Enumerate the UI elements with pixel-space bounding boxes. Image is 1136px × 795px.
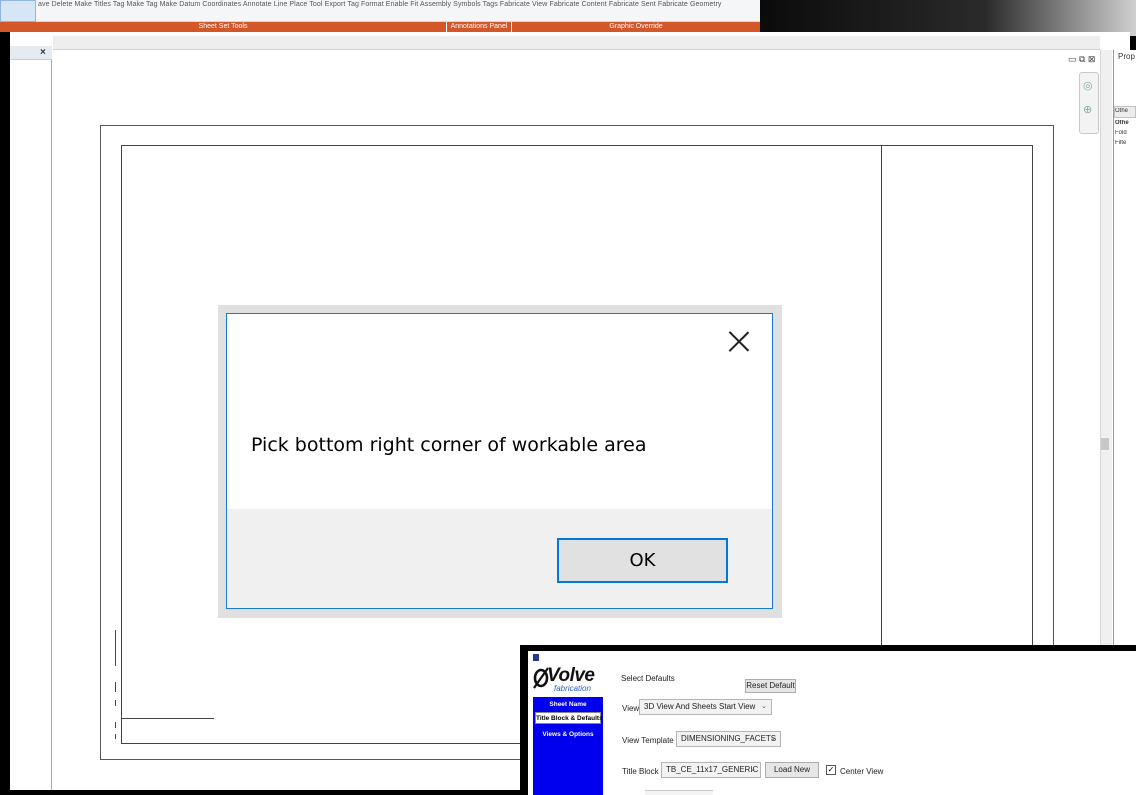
ribbon-command-labels[interactable]: ave Delete Make Titles Tag Make Tag Make…: [38, 1, 722, 8]
window-background: [760, 0, 1136, 36]
sheet-side-marks: [113, 630, 119, 740]
center-view-label: Center View: [840, 767, 884, 776]
zoom-icon[interactable]: ⊕: [1083, 103, 1092, 116]
ribbon-panel-graphic-override[interactable]: Graphic Override: [512, 22, 760, 32]
title-block-value: TB_CE_11x17_GENERIC: [666, 765, 759, 774]
project-browser-pane[interactable]: [10, 60, 52, 790]
nav-sheet-name[interactable]: Sheet Name: [535, 699, 601, 711]
ribbon-selected-command[interactable]: [0, 0, 36, 22]
screen: ave Delete Make Titles Tag Make Tag Make…: [0, 0, 1136, 795]
properties-title: Prop: [1118, 52, 1135, 61]
view-value: 3D View And Sheets Start View: [644, 702, 756, 711]
chevron-down-icon: ⌄: [770, 735, 776, 742]
nav-title-block-defaults[interactable]: Title Block & Defaults: [535, 712, 603, 724]
properties-row: Othe: [1115, 108, 1129, 114]
scrollbar-thumb[interactable]: [1101, 438, 1109, 450]
view-label: View: [622, 704, 640, 713]
title-block-label: Title Block: [622, 767, 659, 776]
view-template-dropdown[interactable]: DIMENSIONING_FACETS ⌄: [676, 731, 781, 747]
ok-button[interactable]: OK: [557, 538, 728, 583]
partially-visible-control: [645, 790, 713, 795]
chevron-down-icon: ⌄: [750, 766, 756, 773]
view-dropdown[interactable]: 3D View And Sheets Start View ⌄: [639, 699, 772, 715]
close-icon[interactable]: [727, 330, 751, 354]
chevron-down-icon: ⌄: [761, 703, 767, 710]
app-icon: [533, 654, 539, 661]
properties-row: Fold: [1115, 130, 1127, 136]
navigation-bar[interactable]: ◎ ⊕: [1079, 72, 1099, 134]
view-template-label: View Template: [622, 736, 674, 745]
view-template-value: DIMENSIONING_FACETS: [681, 734, 777, 743]
load-new-button[interactable]: Load New: [765, 762, 819, 778]
dialog-footer: OK: [227, 509, 772, 608]
reset-default-button[interactable]: Reset Default: [745, 679, 796, 693]
volve-logo: Volve fabrication: [533, 665, 605, 697]
ribbon-command-row: ave Delete Make Titles Tag Make Tag Make…: [0, 0, 760, 22]
steering-wheel-icon[interactable]: ◎: [1083, 79, 1093, 92]
center-view-checkbox[interactable]: ✓: [826, 765, 836, 775]
select-defaults-label: Select Defaults: [621, 674, 675, 683]
message-dialog: Pick bottom right corner of workable are…: [226, 313, 773, 609]
logo-subtext: fabrication: [554, 684, 591, 693]
view-tab-strip: [53, 36, 1100, 50]
ribbon: ave Delete Make Titles Tag Make Tag Make…: [0, 0, 760, 32]
properties-row: Othe: [1115, 120, 1129, 126]
properties-row: Filte: [1115, 140, 1127, 146]
sheet-baseline: [121, 718, 214, 719]
nav-views-options[interactable]: Views & Options: [535, 729, 601, 741]
ribbon-panel-annotations[interactable]: Annotations Panel: [447, 22, 511, 32]
title-block-dropdown[interactable]: TB_CE_11x17_GENERIC ⌄: [661, 762, 761, 778]
checkmark-icon: ✓: [827, 765, 835, 774]
dialog-message: Pick bottom right corner of workable are…: [251, 434, 647, 456]
close-icon[interactable]: ×: [40, 47, 46, 58]
ribbon-panel-sheet-set-tools[interactable]: Sheet Set Tools: [0, 22, 446, 32]
